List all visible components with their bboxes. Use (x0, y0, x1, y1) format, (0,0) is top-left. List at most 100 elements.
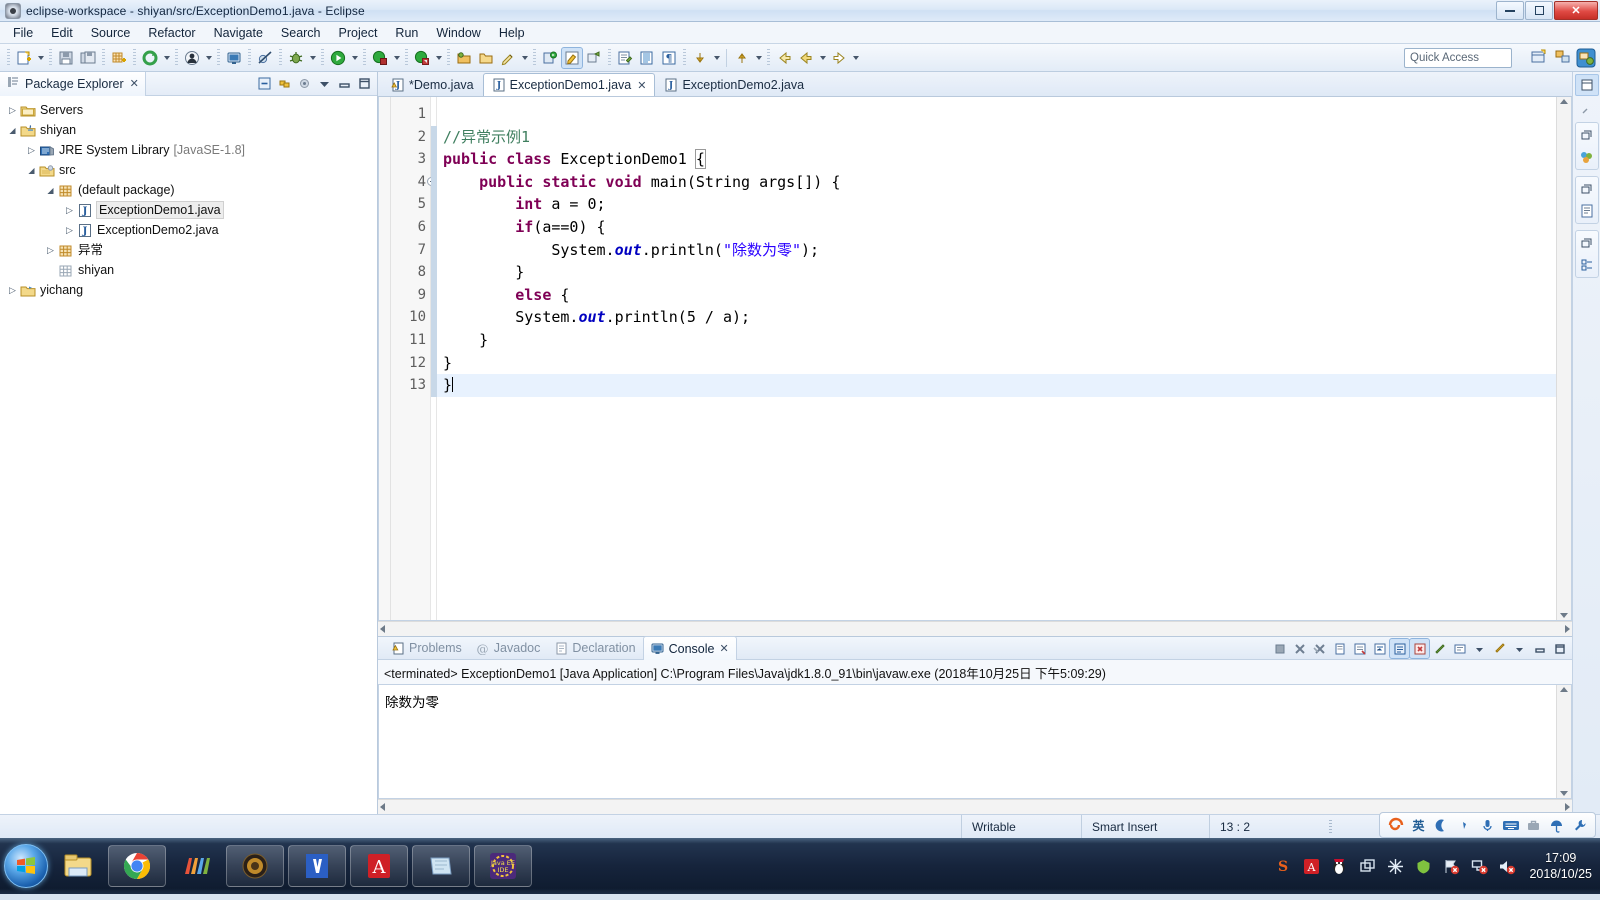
annotation-ruler[interactable] (379, 97, 391, 620)
menu-item-run[interactable]: Run (386, 24, 427, 42)
editor-area-icon[interactable] (1574, 74, 1599, 96)
taskbar-eclipse-javaee[interactable]: Java EE IDE (474, 845, 532, 887)
open-type-icon[interactable] (476, 48, 496, 68)
umbrella-icon[interactable] (1547, 816, 1566, 835)
sogou-pinyin-icon[interactable]: S (1272, 855, 1294, 877)
link-editor-icon[interactable] (584, 48, 604, 68)
editor-vertical-scrollbar[interactable] (1556, 97, 1571, 620)
pin-console-icon[interactable] (1430, 639, 1449, 658)
forward-dropdown-icon[interactable] (850, 48, 861, 68)
twisty-collapsed-icon[interactable]: ▷ (44, 245, 57, 256)
start-button[interactable] (4, 844, 48, 888)
open-console-icon[interactable] (224, 48, 244, 68)
code-line[interactable]: public static void main(String args[]) { (437, 171, 1556, 194)
scroll-right-icon[interactable] (1565, 803, 1570, 811)
tree-item-exceptiondemo2-java[interactable]: ▷ J ExceptionDemo2.java (0, 220, 377, 240)
run-last-tool-dropdown-icon[interactable] (203, 48, 214, 68)
java-ee-perspective-icon[interactable] (1576, 48, 1596, 68)
twisty-collapsed-icon[interactable]: ▷ (63, 205, 76, 216)
save-all-icon[interactable] (78, 48, 98, 68)
maximize-icon[interactable] (355, 74, 374, 93)
back-dropdown-icon[interactable] (817, 48, 828, 68)
snowflake-icon[interactable] (1384, 855, 1406, 877)
menu-item-search[interactable]: Search (272, 24, 330, 42)
window-stack-icon[interactable] (1356, 855, 1378, 877)
menu-item-help[interactable]: Help (490, 24, 534, 42)
taskbar-adobe-reader[interactable]: A (350, 845, 408, 887)
previous-member-dropdown-icon[interactable] (753, 48, 764, 68)
tree-item-servers[interactable]: ▷ Servers (0, 100, 377, 120)
code-line[interactable]: //异常示例1 (437, 126, 1556, 149)
restore-editor-icon[interactable] (1577, 100, 1597, 120)
pilcrow-icon[interactable]: ¶ (659, 48, 679, 68)
new-wizard-dropdown-icon[interactable] (35, 48, 46, 68)
refresh-dropdown-icon[interactable] (161, 48, 172, 68)
restore-icon[interactable] (1577, 125, 1597, 145)
menu-item-source[interactable]: Source (82, 24, 140, 42)
coverage-dropdown-icon[interactable] (391, 48, 402, 68)
remove-all-terminated-icon[interactable] (1310, 639, 1329, 658)
scroll-left-icon[interactable] (380, 625, 385, 633)
run-icon[interactable] (328, 48, 348, 68)
run-last-tool-icon[interactable] (182, 48, 202, 68)
code-line[interactable]: System.out.println("除数为零"); (437, 239, 1556, 262)
tree-item-jre-system-library[interactable]: ▷ JRE System Library [JavaSE-1.8] (0, 140, 377, 160)
search-icon[interactable] (498, 48, 518, 68)
tree-item-shiyan[interactable]: ◢ shiyan (0, 120, 377, 140)
mic-icon[interactable] (1478, 816, 1497, 835)
new-java-package-icon[interactable] (109, 48, 129, 68)
console-tab-problems[interactable]: Problems (384, 636, 469, 660)
twisty-expanded-icon[interactable]: ◢ (25, 166, 38, 175)
task-list-icon[interactable] (1577, 201, 1597, 221)
new-wizard-icon[interactable] (14, 48, 34, 68)
quick-access-input[interactable]: Quick Access (1404, 48, 1512, 68)
green-shield-icon[interactable] (1412, 855, 1434, 877)
show-whitespace-icon[interactable] (637, 48, 657, 68)
close-icon[interactable]: ✕ (637, 79, 646, 92)
flag-error-icon[interactable] (1440, 855, 1462, 877)
collapse-all-icon[interactable] (255, 74, 274, 93)
refresh-icon[interactable] (140, 48, 160, 68)
open-console-dropdown-icon[interactable] (1510, 639, 1529, 658)
network-error-icon[interactable] (1468, 855, 1490, 877)
restore-icon[interactable] (1577, 179, 1597, 199)
back-history-icon[interactable] (774, 48, 794, 68)
qq-penguin-icon[interactable] (1328, 855, 1350, 877)
toolbar-drag-handle[interactable] (7, 48, 10, 67)
properties-icon[interactable] (1577, 255, 1597, 275)
moon-icon[interactable] (1432, 816, 1451, 835)
new-java-project-icon[interactable] (454, 48, 474, 68)
minimize-button[interactable] (1496, 1, 1524, 20)
menu-item-window[interactable]: Window (427, 24, 489, 42)
debug-icon[interactable] (286, 48, 306, 68)
scroll-left-icon[interactable] (380, 803, 385, 811)
adobe-icon[interactable]: A (1300, 855, 1322, 877)
editor-tab-exceptiondemo1java[interactable]: J ExceptionDemo1.java ✕ (482, 73, 656, 96)
twisty-collapsed-icon[interactable]: ▷ (63, 225, 76, 236)
taskbar-google-chrome[interactable] (108, 845, 166, 887)
display-selected-console-icon[interactable] (1450, 639, 1469, 658)
console-tab-console[interactable]: Console ✕ (642, 636, 737, 660)
maximize-icon[interactable] (1550, 639, 1569, 658)
chinese-mode-icon[interactable]: 英 (1409, 816, 1428, 835)
sogou-logo-icon[interactable] (1386, 816, 1405, 835)
menu-item-project[interactable]: Project (330, 24, 387, 42)
link-with-editor-icon[interactable] (275, 74, 294, 93)
twisty-expanded-icon[interactable]: ◢ (6, 126, 19, 135)
wrench-icon[interactable] (1570, 816, 1589, 835)
skip-breakpoints-icon[interactable] (255, 48, 275, 68)
taskbar-notebook[interactable] (412, 845, 470, 887)
status-bar-grip[interactable] (1329, 819, 1332, 834)
search-dropdown-icon[interactable] (519, 48, 530, 68)
terminate-icon[interactable] (1270, 639, 1289, 658)
toolbox-icon[interactable] (1524, 816, 1543, 835)
code-line[interactable]: } (437, 329, 1556, 352)
twisty-collapsed-icon[interactable]: ▷ (6, 285, 19, 296)
editor-tab-exceptiondemo2java[interactable]: J ExceptionDemo2.java (655, 73, 813, 96)
source-text[interactable]: //异常示例1 public class ExceptionDemo1 { pub… (437, 97, 1556, 620)
scroll-down-icon[interactable] (1560, 791, 1568, 796)
taskbar-windows-explorer[interactable] (52, 845, 104, 887)
project-tree[interactable]: ▷ Servers ◢ shiyan ▷ JRE System Library [JavaS… (0, 96, 377, 814)
next-member-icon[interactable] (690, 48, 710, 68)
menu-item-file[interactable]: File (4, 24, 42, 42)
